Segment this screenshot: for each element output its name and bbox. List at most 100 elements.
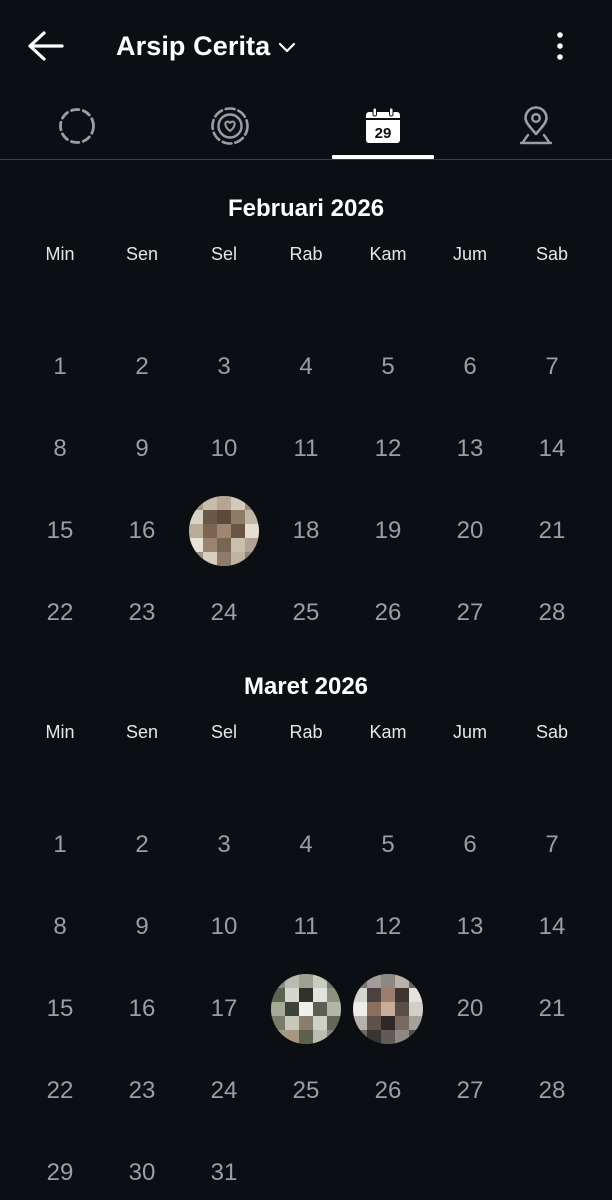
calendar-day[interactable]: 14	[511, 408, 593, 490]
weekday-label: Rab	[289, 722, 323, 742]
weekday-label: Rab	[289, 244, 323, 264]
calendar-day[interactable]: 11	[265, 408, 347, 490]
calendar-day[interactable]: 15	[19, 968, 101, 1050]
calendar-day-story[interactable]	[183, 490, 265, 572]
more-vertical-icon	[557, 32, 563, 60]
weekday-label: Sab	[535, 722, 569, 742]
weekday-label: Sen	[125, 244, 159, 264]
calendar-day[interactable]: 5	[347, 326, 429, 408]
calendar-day[interactable]: 2	[101, 326, 183, 408]
calendar-day[interactable]: 8	[19, 408, 101, 490]
calendar-day[interactable]: 20	[429, 968, 511, 1050]
month-title: Februari 2026	[227, 195, 385, 222]
back-button[interactable]	[18, 22, 70, 70]
weekday-label: Sel	[210, 722, 237, 742]
calendar-day[interactable]: 12	[347, 408, 429, 490]
calendar-day[interactable]: 22	[19, 1050, 101, 1132]
story-thumbnail	[271, 974, 341, 1044]
calendar-day[interactable]: 6	[429, 326, 511, 408]
weekday-label: Kam	[369, 722, 407, 742]
highlight-heart-icon	[210, 107, 249, 145]
calendar-day[interactable]: 29	[19, 1132, 101, 1200]
calendar-day[interactable]: 1	[19, 804, 101, 886]
calendar-day[interactable]: 22	[19, 572, 101, 654]
calendar-day-story[interactable]	[265, 968, 347, 1050]
calendar-day[interactable]: 16	[101, 968, 183, 1050]
calendar-day[interactable]: 19	[347, 490, 429, 572]
calendar-day-story[interactable]	[347, 968, 429, 1050]
calendar-day[interactable]: 13	[429, 408, 511, 490]
calendar-day[interactable]: 21	[511, 968, 593, 1050]
weekday-label: Kam	[369, 244, 407, 264]
calendar-day[interactable]: 27	[429, 572, 511, 654]
calendar-day[interactable]: 25	[265, 1050, 347, 1132]
calendar-day[interactable]: 3	[183, 326, 265, 408]
weekday-label: Jum	[452, 722, 487, 742]
tab-active-indicator	[332, 155, 434, 159]
calendar-day[interactable]: 18	[265, 490, 347, 572]
calendar-day[interactable]: 23	[101, 1050, 183, 1132]
chevron-down-icon	[278, 41, 296, 53]
weekday-header: Min Sen Sel Rab Kam Jum Sab	[0, 710, 612, 754]
weekday-label: Sen	[125, 722, 159, 742]
calendar-day[interactable]: 13	[429, 886, 511, 968]
calendar-day[interactable]: 20	[429, 490, 511, 572]
story-thumbnail	[353, 974, 423, 1044]
calendar-day[interactable]: 3	[183, 804, 265, 886]
archive-selector[interactable]: Arsip Cerita	[116, 24, 296, 68]
calendar-day[interactable]: 24	[183, 1050, 265, 1132]
calendar-day[interactable]: 24	[183, 572, 265, 654]
calendar-day[interactable]: 10	[183, 408, 265, 490]
calendar-day[interactable]: 31	[183, 1132, 265, 1200]
calendar-day[interactable]: 28	[511, 1050, 593, 1132]
calendar-day[interactable]: 26	[347, 572, 429, 654]
weekday-label: Min	[45, 722, 75, 742]
calendar-day[interactable]: 17	[183, 968, 265, 1050]
tab-stories[interactable]	[0, 92, 153, 160]
calendar-day[interactable]: 2	[101, 804, 183, 886]
calendar-day[interactable]: 27	[429, 1050, 511, 1132]
calendar-day[interactable]: 14	[511, 886, 593, 968]
calendar-day[interactable]: 11	[265, 886, 347, 968]
calendar-day[interactable]: 4	[265, 326, 347, 408]
calendar-day[interactable]: 9	[101, 886, 183, 968]
location-pin-icon	[519, 106, 552, 145]
calendar-day[interactable]: 7	[511, 326, 593, 408]
arrow-left-icon	[28, 31, 64, 61]
calendar-day[interactable]: 15	[19, 490, 101, 572]
weekday-label: Sel	[210, 244, 237, 264]
month-section: Maret 2026 Min Sen Sel Rab Kam Jum Sab 1…	[0, 664, 612, 1186]
calendar-day[interactable]: 5	[347, 804, 429, 886]
calendar-day[interactable]: 10	[183, 886, 265, 968]
calendar-day[interactable]: 25	[265, 572, 347, 654]
calendar-icon: 29	[365, 107, 400, 143]
calendar-icon-number: 29	[374, 125, 391, 142]
calendar-day[interactable]: 26	[347, 1050, 429, 1132]
page-title: Arsip Cerita	[116, 30, 271, 61]
calendar-day[interactable]: 12	[347, 886, 429, 968]
calendar-day[interactable]: 6	[429, 804, 511, 886]
stories-ring-icon	[58, 108, 95, 144]
story-thumbnail	[189, 496, 259, 566]
tab-calendar[interactable]: 29	[306, 92, 459, 160]
calendar-day[interactable]: 23	[101, 572, 183, 654]
calendar-day[interactable]: 28	[511, 572, 593, 654]
weekday-label: Sab	[535, 244, 569, 264]
calendar-day[interactable]: 1	[19, 326, 101, 408]
calendar-day[interactable]: 16	[101, 490, 183, 572]
calendar-day[interactable]: 7	[511, 804, 593, 886]
tab-locations[interactable]	[459, 92, 612, 160]
weekday-label: Min	[45, 244, 75, 264]
calendar-day[interactable]: 9	[101, 408, 183, 490]
more-options-button[interactable]	[540, 24, 580, 68]
calendar-day[interactable]: 21	[511, 490, 593, 572]
weekday-label: Jum	[452, 244, 487, 264]
weekday-header: Min Sen Sel Rab Kam Jum Sab	[0, 232, 612, 276]
tab-highlights[interactable]	[153, 92, 306, 160]
calendar-day[interactable]: 8	[19, 886, 101, 968]
month-title: Maret 2026	[243, 673, 369, 700]
month-section: Februari 2026 Min Sen Sel Rab Kam Jum Sa…	[0, 186, 612, 626]
calendar-day[interactable]: 30	[101, 1132, 183, 1200]
calendar-day[interactable]: 4	[265, 804, 347, 886]
archive-tabs: 29	[0, 92, 612, 160]
